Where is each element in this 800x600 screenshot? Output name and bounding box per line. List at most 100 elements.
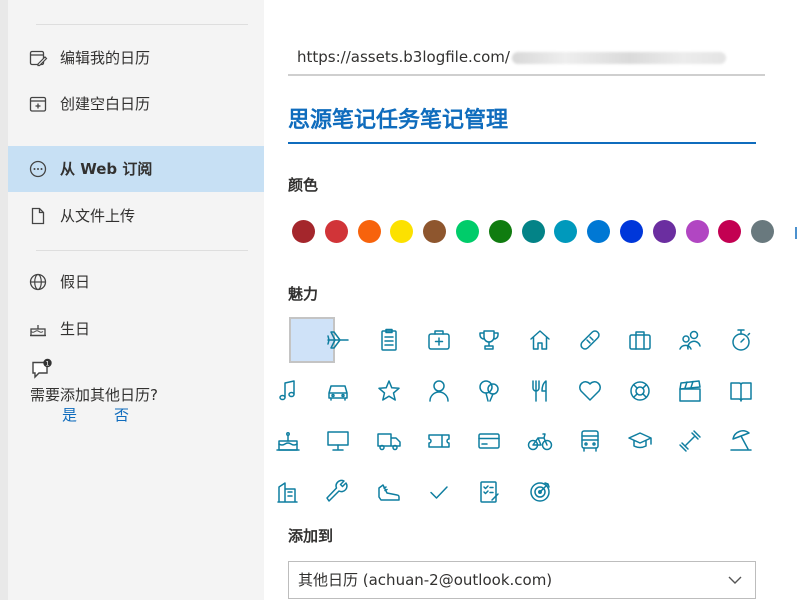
bus-icon (581, 430, 599, 452)
edit-calendar-icon (29, 50, 48, 67)
charm-bicycle[interactable] (525, 426, 555, 456)
charm-first-aid-kit[interactable] (424, 325, 454, 355)
scroll-edge-icon (795, 227, 797, 239)
color-swatch[interactable] (554, 220, 578, 243)
color-swatch[interactable] (718, 220, 742, 243)
charm-sneaker[interactable] (374, 477, 404, 507)
charm-lifebuoy[interactable] (625, 376, 655, 406)
color-swatch[interactable] (292, 220, 315, 243)
charm-balloon[interactable] (474, 376, 504, 406)
airplane-icon (327, 331, 350, 349)
beach-umbrella-icon (729, 430, 752, 451)
music-note-icon (279, 379, 295, 400)
charm-section-title: 魅力 (288, 285, 319, 303)
sidebar-item-label: 编辑我的日历 (60, 49, 151, 67)
web-subscribe-icon (29, 160, 47, 178)
charm-checkmark[interactable] (424, 477, 454, 507)
charm-home[interactable] (525, 325, 555, 355)
clipboard-icon (380, 328, 397, 351)
charm-trophy[interactable] (474, 325, 504, 355)
charm-fork-knife[interactable] (525, 376, 555, 406)
charm-stopwatch[interactable] (726, 325, 756, 355)
charm-birthday-cake[interactable] (273, 426, 303, 456)
svg-text:1: 1 (45, 359, 49, 367)
chat-bubble-icon: 1 (32, 358, 52, 379)
charm-dumbbell[interactable] (675, 426, 705, 456)
sidebar-divider (36, 250, 248, 251)
charm-clapperboard[interactable] (675, 376, 705, 406)
charm-car[interactable] (323, 376, 353, 406)
charm-clipboard[interactable] (374, 325, 404, 355)
charm-airplane[interactable] (323, 325, 353, 355)
charm-music-note[interactable] (273, 376, 303, 406)
charm-target[interactable] (525, 477, 555, 507)
url-redacted (511, 51, 726, 64)
color-swatch[interactable] (390, 220, 414, 243)
charm-ticket[interactable] (424, 426, 454, 456)
bicycle-icon (527, 433, 552, 451)
charm-beach-umbrella[interactable] (726, 426, 756, 456)
color-swatch[interactable] (357, 220, 381, 243)
add-to-section-title: 添加到 (288, 527, 334, 545)
charm-briefcase[interactable] (625, 325, 655, 355)
file-upload-icon (31, 207, 45, 225)
charm-people[interactable] (675, 325, 705, 355)
sidebar-item-edit-my-calendars[interactable]: 编辑我的日历 (8, 35, 264, 81)
color-swatch[interactable] (685, 220, 709, 243)
charm-bandage[interactable] (575, 325, 605, 355)
color-swatch[interactable] (521, 220, 545, 243)
building-icon (277, 481, 298, 503)
add-to-value: 其他日历 (achuan-2@outlook.com) (298, 571, 553, 589)
sidebar: 编辑我的日历 创建空白日历 从 Web 订阅 从文件上传 假日 生日 1 需要添… (0, 0, 264, 600)
monitor-icon (327, 431, 350, 451)
color-swatch[interactable] (423, 220, 447, 243)
charm-building[interactable] (273, 477, 303, 507)
target-icon (529, 481, 550, 502)
sidebar-item-holidays[interactable]: 假日 (8, 259, 264, 305)
color-swatch[interactable] (751, 220, 775, 243)
blank-calendar-icon (29, 96, 47, 112)
charm-credit-card[interactable] (474, 426, 504, 456)
charm-truck[interactable] (374, 426, 404, 456)
charm-graduation-cap[interactable] (625, 426, 655, 456)
clapperboard-icon (679, 379, 702, 402)
fork-knife-icon (531, 379, 547, 402)
trophy-icon (479, 330, 499, 350)
sidebar-item-subscribe-from-web[interactable]: 从 Web 订阅 (8, 146, 264, 192)
yes-link[interactable]: 是 (62, 404, 77, 425)
calendar-name-input[interactable]: 思源笔记任务笔记管理 (288, 104, 756, 144)
color-swatch[interactable] (587, 220, 611, 243)
wrench-icon (326, 479, 348, 502)
color-swatch[interactable] (456, 220, 479, 243)
charm-book[interactable] (726, 376, 756, 406)
calendar-url-input[interactable]: https://assets.b3logfile.com/ (288, 40, 765, 76)
sidebar-item-create-blank-calendar[interactable]: 创建空白日历 (8, 81, 264, 127)
sidebar-divider (36, 24, 248, 25)
charm-bus[interactable] (575, 426, 605, 456)
birthday-cake-icon (30, 325, 46, 337)
color-swatch[interactable] (488, 220, 512, 243)
sidebar-item-label: 假日 (60, 273, 91, 291)
chevron-down-icon (728, 576, 742, 584)
checkmark-icon (430, 485, 448, 499)
charm-person[interactable] (424, 376, 454, 406)
charm-checklist[interactable] (474, 477, 504, 507)
no-link[interactable]: 否 (114, 404, 129, 425)
sidebar-item-label: 生日 (60, 320, 91, 338)
color-swatch[interactable] (324, 220, 348, 243)
add-to-calendar-select[interactable]: 其他日历 (achuan-2@outlook.com) (288, 561, 756, 599)
color-swatch[interactable] (620, 220, 643, 243)
stopwatch-icon (731, 329, 750, 351)
sidebar-item-birthdays[interactable]: 生日 (8, 306, 264, 352)
truck-icon (376, 433, 401, 451)
charm-monitor[interactable] (323, 426, 353, 456)
book-icon (729, 381, 752, 402)
charm-star[interactable] (374, 376, 404, 406)
color-swatch[interactable] (652, 220, 676, 243)
charm-wrench[interactable] (323, 477, 353, 507)
add-calendar-prompt: 需要添加其他日历? (30, 386, 158, 404)
sidebar-item-upload-from-file[interactable]: 从文件上传 (8, 193, 264, 239)
url-text: https://assets.b3logfile.com/ (297, 48, 510, 66)
sidebar-item-label: 创建空白日历 (60, 95, 151, 113)
charm-heart[interactable] (575, 376, 605, 406)
